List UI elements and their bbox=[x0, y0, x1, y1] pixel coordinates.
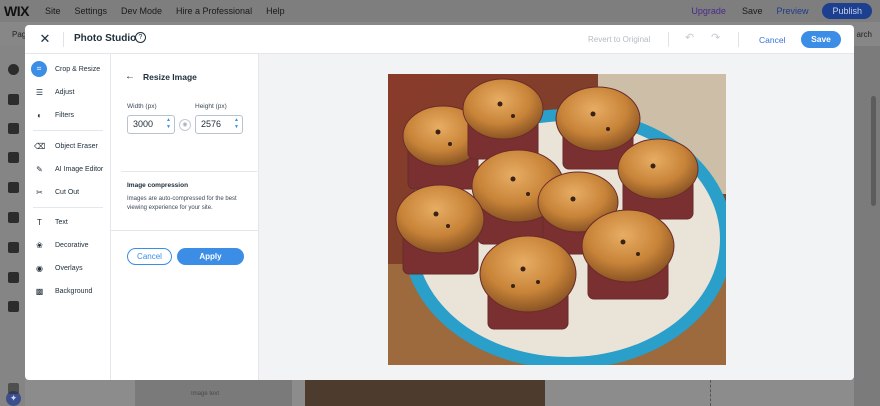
panel-divider bbox=[121, 171, 257, 172]
eraser-icon: ⌫ bbox=[34, 141, 46, 151]
tool-label: Adjust bbox=[55, 88, 75, 96]
tool-label: Overlays bbox=[55, 264, 83, 272]
background-image-preview bbox=[305, 380, 545, 406]
tool-background[interactable]: ▩ Background bbox=[25, 283, 111, 299]
menu-dev-mode[interactable]: Dev Mode bbox=[121, 6, 162, 16]
tool-text[interactable]: T Text bbox=[25, 214, 111, 230]
undo-icon[interactable]: ↶ bbox=[685, 31, 694, 44]
upgrade-link[interactable]: Upgrade bbox=[691, 6, 726, 16]
editor-save-link[interactable]: Save bbox=[742, 6, 763, 16]
panel-cancel-button[interactable]: Cancel bbox=[127, 248, 172, 265]
portfolio-icon[interactable] bbox=[8, 301, 19, 312]
sliders-icon: ☰ bbox=[35, 87, 44, 97]
lock-aspect-icon[interactable]: ◉ bbox=[179, 119, 191, 131]
back-arrow-icon[interactable]: ← bbox=[125, 71, 135, 82]
tool-cut-out[interactable]: ✂ Cut Out bbox=[25, 184, 111, 200]
ai-brush-icon: ✎ bbox=[36, 164, 43, 174]
design-icon[interactable] bbox=[8, 152, 19, 163]
header-divider bbox=[63, 32, 64, 47]
width-stepper-icon[interactable]: ▲ ▼ bbox=[166, 117, 171, 131]
header-cancel-button[interactable]: Cancel bbox=[759, 35, 785, 45]
wix-logo: WIX bbox=[4, 3, 29, 19]
menu-settings[interactable]: Settings bbox=[74, 6, 107, 16]
tool-label: Decorative bbox=[55, 241, 89, 249]
guide-line bbox=[710, 380, 711, 406]
background-text: Image text bbox=[191, 391, 220, 397]
help-circle-icon[interactable]: ? bbox=[135, 32, 146, 43]
tool-label: Text bbox=[55, 218, 68, 226]
decorative-icon: ❀ bbox=[36, 240, 43, 250]
tool-label: Object Eraser bbox=[55, 142, 98, 150]
header-save-button[interactable]: Save bbox=[801, 31, 841, 48]
tools-divider bbox=[33, 207, 103, 208]
apply-button[interactable]: Apply bbox=[177, 248, 244, 265]
image-canvas bbox=[259, 54, 854, 380]
height-input[interactable]: 2576 ▲ ▼ bbox=[195, 115, 243, 134]
muffins-photo[interactable] bbox=[388, 74, 726, 365]
photo-studio-modal: ✕ Photo Studio ? Revert to Original ↶ ↷ … bbox=[25, 25, 854, 380]
menu-hire-professional[interactable]: Hire a Professional bbox=[176, 6, 252, 16]
editor-scrollbar[interactable] bbox=[871, 96, 876, 206]
modal-title: Photo Studio bbox=[74, 33, 137, 44]
tool-crop-resize[interactable]: ⌗ Crop & Resize bbox=[25, 61, 111, 77]
tool-label: Filters bbox=[55, 111, 75, 119]
layers-icon[interactable] bbox=[8, 383, 19, 394]
crop-icon: ⌗ bbox=[31, 61, 47, 77]
header-divider bbox=[668, 32, 669, 47]
header-divider bbox=[738, 32, 739, 47]
tool-ai-image-editor[interactable]: ✎ AI Image Editor bbox=[25, 161, 111, 177]
tools-divider bbox=[33, 130, 103, 131]
tool-label: AI Image Editor bbox=[55, 165, 104, 173]
tool-decorative[interactable]: ❀ Decorative bbox=[25, 237, 111, 253]
media-icon[interactable] bbox=[8, 242, 19, 253]
preview-link[interactable]: Preview bbox=[776, 6, 808, 16]
height-value: 2576 bbox=[201, 119, 222, 129]
tools-sidebar: ⌗ Crop & Resize ☰ Adjust ◐ Filters ⌫ Obj… bbox=[25, 54, 111, 380]
background-icon: ▩ bbox=[35, 286, 44, 296]
editor-right-bar bbox=[854, 46, 880, 406]
cms-icon[interactable] bbox=[8, 272, 19, 283]
tool-object-eraser[interactable]: ⌫ Object Eraser bbox=[25, 138, 111, 154]
width-value: 3000 bbox=[133, 119, 154, 129]
editor-top-bar: WIX Site Settings Dev Mode Hire a Profes… bbox=[0, 0, 880, 22]
close-icon[interactable]: ✕ bbox=[38, 32, 52, 46]
tool-label: Background bbox=[55, 287, 93, 295]
tool-overlays[interactable]: ◉ Overlays bbox=[25, 260, 111, 276]
business-icon[interactable] bbox=[8, 212, 19, 223]
apps-icon[interactable] bbox=[8, 182, 19, 193]
tool-adjust[interactable]: ☰ Adjust bbox=[25, 84, 111, 100]
modal-header: ✕ Photo Studio ? Revert to Original ↶ ↷ … bbox=[25, 25, 854, 54]
height-stepper-icon[interactable]: ▲ ▼ bbox=[234, 117, 239, 131]
menu-help[interactable]: Help bbox=[266, 6, 285, 16]
panel-title: Resize Image bbox=[143, 72, 197, 82]
revert-to-original-button[interactable]: Revert to Original bbox=[588, 35, 650, 44]
background-text-strip: Image text bbox=[135, 380, 292, 406]
filters-icon: ◐ bbox=[37, 110, 42, 120]
add-icon[interactable] bbox=[8, 64, 19, 75]
redo-icon[interactable]: ↷ bbox=[711, 31, 720, 44]
muffins-illustration bbox=[388, 74, 726, 365]
compression-title: Image compression bbox=[127, 182, 189, 189]
width-input[interactable]: 3000 ▲ ▼ bbox=[127, 115, 175, 134]
text-icon: T bbox=[37, 217, 42, 227]
editor-left-rail: ✦ bbox=[0, 46, 25, 406]
panel-divider bbox=[111, 230, 259, 231]
tool-filters[interactable]: ◐ Filters bbox=[25, 107, 111, 123]
search-label[interactable]: arch bbox=[856, 30, 872, 39]
compression-text: Images are auto-compressed for the best … bbox=[127, 196, 237, 211]
overlays-icon: ◉ bbox=[36, 263, 43, 273]
height-label: Height (px) bbox=[195, 103, 227, 110]
pages-icon[interactable] bbox=[8, 123, 19, 134]
scissors-icon: ✂ bbox=[36, 187, 43, 197]
tool-label: Crop & Resize bbox=[55, 65, 101, 73]
sections-icon[interactable] bbox=[8, 94, 19, 105]
tool-label: Cut Out bbox=[55, 188, 80, 196]
resize-panel: ← Resize Image Width (px) Height (px) 30… bbox=[111, 54, 259, 380]
menu-site[interactable]: Site bbox=[45, 6, 61, 16]
width-label: Width (px) bbox=[127, 103, 157, 110]
publish-button[interactable]: Publish bbox=[822, 3, 872, 19]
